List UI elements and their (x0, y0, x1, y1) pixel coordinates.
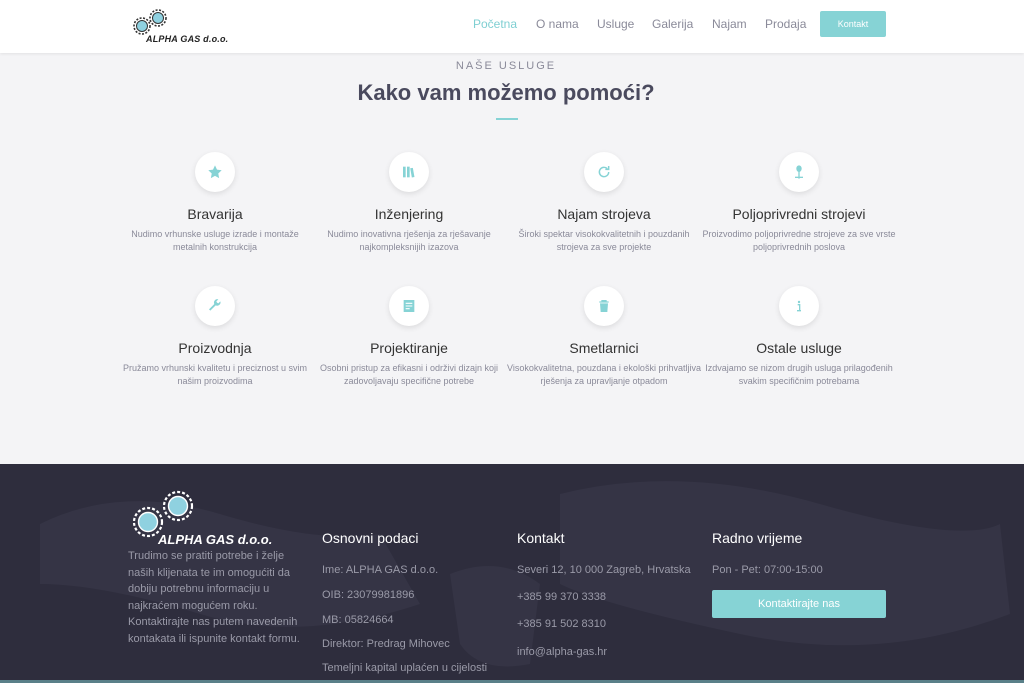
service-description: Proizvodimo poljoprivredne strojeve za s… (702, 229, 896, 252)
service-title: Proizvodnja (178, 340, 252, 356)
service-description: Visokokvalitetna, pouzdana i ekološki pr… (507, 363, 701, 386)
footer-phone-link[interactable]: +385 99 370 3338 (517, 591, 606, 603)
wrench-icon (195, 286, 235, 326)
sprout-icon (779, 152, 819, 192)
footer-logo[interactable]: ALPHA GAS d.o.o. (128, 488, 298, 548)
footer-basic-item: Direktor: Predrag Mihovec (322, 638, 450, 650)
service-description: Izdvajamo se nizom drugih usluga prilago… (705, 363, 893, 386)
nav-item-o-nama[interactable]: O nama (536, 17, 579, 31)
top-navbar: ALPHA GAS d.o.o. Početna O nama Usluge G… (0, 0, 1024, 53)
service-title: Bravarija (187, 206, 243, 222)
nav-item-prodaja[interactable]: Prodaja (765, 17, 806, 31)
footer-heading-basic: Osnovni podaci (322, 530, 419, 546)
service-description: Pružamo vrhunski kvalitetu i preciznost … (122, 363, 308, 386)
service-title: Projektiranje (370, 340, 448, 356)
brand-logo[interactable]: ALPHA GAS d.o.o. (128, 8, 238, 44)
gears-icon (133, 9, 167, 35)
books-icon (389, 152, 429, 192)
footer-heading-contact: Kontakt (517, 530, 565, 546)
star-icon (195, 152, 235, 192)
nav-item-pocetna[interactable]: Početna (473, 17, 517, 31)
section-title: Kako vam možemo pomoći? (357, 80, 655, 105)
title-divider (496, 118, 518, 120)
service-title: Ostale usluge (756, 340, 842, 356)
nav-item-usluge[interactable]: Usluge (597, 17, 634, 31)
footer-about-text: Trudimo se pratiti potrebe i želje naših… (128, 550, 300, 645)
footer-email-link[interactable]: info@alpha-gas.hr (517, 646, 607, 658)
nav-item-najam[interactable]: Najam (712, 17, 747, 31)
footer-basic-item: Ime: ALPHA GAS d.o.o. (322, 564, 439, 576)
document-icon (389, 286, 429, 326)
footer-phone-link[interactable]: +385 91 502 8310 (517, 618, 606, 630)
footer-basic-item: MB: 05824664 (322, 614, 394, 626)
service-title: Najam strojeva (557, 206, 651, 222)
service-description: Nudimo inovativna rješenja za rješavanje… (327, 229, 491, 252)
footer-heading-hours: Radno vrijeme (712, 530, 803, 546)
footer-address: Severi 12, 10 000 Zagreb, Hrvatska (517, 564, 691, 576)
section-eyebrow: NAŠE USLUGE (455, 60, 557, 72)
service-description: Široki spektar visokokvalitetnih i pouzd… (518, 229, 690, 252)
contact-button[interactable]: Kontakt (820, 11, 886, 37)
contact-us-button[interactable]: Kontaktirajte nas (712, 590, 886, 618)
service-description: Nudimo vrhunske usluge izrade i montaže … (131, 229, 299, 252)
footer-basic-item: Temeljni kapital uplaćen u cijelosti (322, 662, 488, 674)
brand-name: ALPHA GAS d.o.o. (146, 34, 229, 44)
service-description: Osobni pristup za efikasni i održivi diz… (319, 363, 499, 386)
info-icon (779, 286, 819, 326)
footer-hours-text: Pon - Pet: 07:00-15:00 (712, 564, 823, 576)
service-title: Poljoprivredni strojevi (732, 206, 866, 222)
service-title: Smetlarnici (569, 340, 639, 356)
footer-basic-item: OIB: 23079981896 (322, 589, 415, 601)
trash-icon (584, 286, 624, 326)
gears-icon (132, 490, 194, 538)
footer-brand-name: ALPHA GAS d.o.o. (158, 532, 273, 547)
refresh-icon (584, 152, 624, 192)
nav-item-galerija[interactable]: Galerija (652, 17, 693, 31)
service-title: Inženjering (374, 206, 444, 222)
